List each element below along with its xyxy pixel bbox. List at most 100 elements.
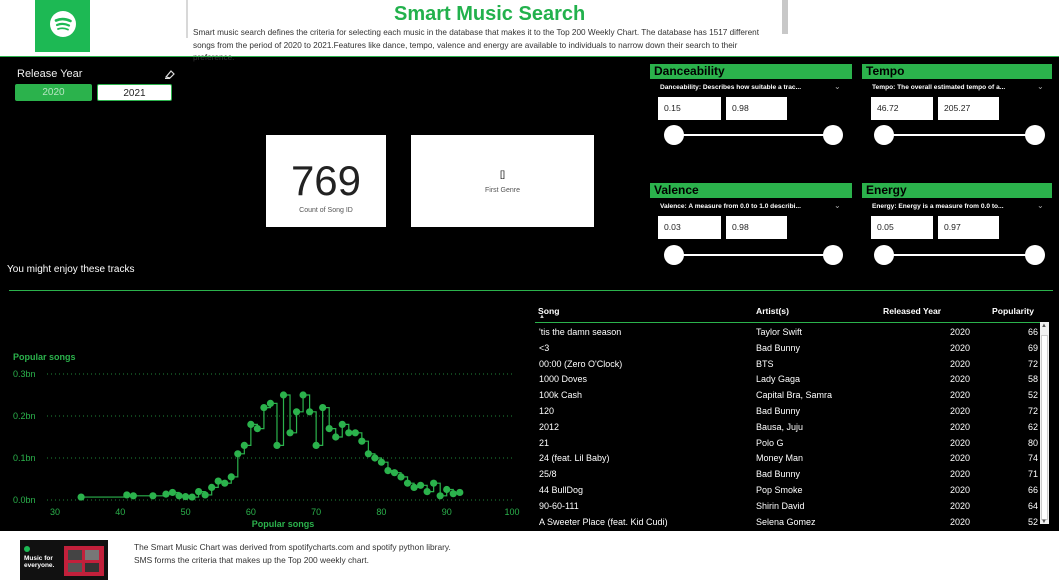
data-point[interactable]	[195, 488, 203, 496]
data-point[interactable]	[149, 492, 157, 500]
song-count-label: Count of Song ID	[299, 207, 353, 214]
data-point[interactable]	[403, 479, 412, 487]
data-point[interactable]	[253, 425, 261, 433]
valence-filter-desc[interactable]: Valence: A measure from 0.0 to 1.0 descr…	[660, 203, 801, 210]
data-point[interactable]	[306, 408, 314, 416]
table-row[interactable]: A Sweeter Place (feat. Kid Cudi) Selena G…	[535, 514, 1040, 530]
data-point[interactable]	[188, 493, 196, 501]
table-row[interactable]: 2012 Bausa, Juju 2020 62	[535, 419, 1040, 435]
data-point[interactable]	[417, 481, 425, 489]
table-row[interactable]: 100k Cash Capital Bra, Samra 2020 52	[535, 387, 1040, 403]
table-row[interactable]: 120 Bad Bunny 2020 72	[535, 403, 1040, 419]
data-point[interactable]	[221, 479, 229, 487]
data-point[interactable]	[129, 492, 137, 500]
data-point[interactable]	[443, 485, 451, 494]
valence-slider-min-handle[interactable]	[664, 245, 684, 265]
table-row[interactable]: 25/8 Bad Bunny 2020 71	[535, 466, 1040, 482]
table-row[interactable]: 24 (feat. Lil Baby) Money Man 2020 74	[535, 450, 1040, 466]
cell-song: A Sweeter Place (feat. Kid Cudi)	[539, 516, 668, 527]
chevron-down-icon[interactable]: ⌄	[1037, 201, 1044, 210]
tempo-max-input[interactable]: 205.27	[938, 97, 999, 120]
chevron-down-icon[interactable]: ⌄	[1037, 82, 1044, 91]
sort-asc-icon[interactable]: ▲	[539, 314, 545, 320]
data-point[interactable]	[423, 488, 431, 496]
data-point[interactable]	[377, 458, 386, 466]
chevron-down-icon[interactable]: ⌄	[834, 82, 841, 91]
scroll-up-arrow-icon[interactable]: ▲	[1041, 323, 1047, 329]
data-point[interactable]	[273, 441, 281, 449]
danceability-min-input[interactable]: 0.15	[658, 97, 721, 120]
data-point[interactable]	[410, 483, 418, 491]
col-header-artist[interactable]: Artist(s)	[756, 306, 789, 316]
data-point[interactable]	[325, 425, 333, 433]
cell-song: 2012	[539, 421, 560, 432]
table-row[interactable]: 00:00 (Zero O'Clock) BTS 2020 72	[535, 356, 1040, 372]
data-point[interactable]	[456, 488, 464, 497]
energy-max-input[interactable]: 0.97	[938, 216, 999, 239]
data-point[interactable]	[266, 399, 275, 407]
data-point[interactable]	[240, 441, 248, 449]
data-point[interactable]	[168, 488, 177, 497]
table-scrollbar-thumb[interactable]	[1041, 335, 1048, 520]
tempo-filter-desc[interactable]: Tempo: The overall estimated tempo of a.…	[872, 84, 1005, 91]
data-point[interactable]	[312, 441, 320, 449]
data-point[interactable]	[436, 492, 444, 500]
data-point[interactable]	[123, 491, 131, 499]
data-point[interactable]	[208, 483, 216, 491]
data-point[interactable]	[371, 454, 379, 462]
data-point[interactable]	[299, 391, 307, 399]
eraser-icon[interactable]	[163, 68, 175, 80]
year-option-2021[interactable]: 2021	[97, 84, 172, 101]
energy-min-input[interactable]: 0.05	[871, 216, 933, 239]
data-point[interactable]	[364, 450, 372, 458]
danceability-slider-min-handle[interactable]	[664, 125, 684, 145]
energy-filter-desc[interactable]: Energy: Energy is a measure from 0.0 to.…	[872, 203, 1004, 210]
data-point[interactable]	[449, 490, 457, 498]
energy-slider-max-handle[interactable]	[1025, 245, 1045, 265]
chevron-down-icon[interactable]: ⌄	[834, 201, 841, 210]
danceability-slider-max-handle[interactable]	[823, 125, 843, 145]
data-point[interactable]	[292, 408, 301, 416]
data-point[interactable]	[175, 492, 183, 500]
data-point[interactable]	[332, 433, 340, 441]
data-point[interactable]	[77, 493, 85, 501]
data-point[interactable]	[247, 420, 255, 428]
data-point[interactable]	[227, 473, 235, 481]
table-row[interactable]: 44 BullDog Pop Smoke 2020 66	[535, 482, 1040, 498]
scroll-down-arrow-icon[interactable]: ▼	[1041, 519, 1047, 525]
data-point[interactable]	[430, 479, 438, 487]
data-point[interactable]	[279, 391, 288, 399]
col-header-released-year[interactable]: Released Year	[883, 306, 941, 316]
tempo-min-input[interactable]: 46.72	[871, 97, 933, 120]
tempo-slider-min-handle[interactable]	[874, 125, 894, 145]
data-point[interactable]	[390, 469, 399, 477]
data-point[interactable]	[319, 404, 327, 412]
data-point[interactable]	[286, 429, 294, 437]
year-option-2020[interactable]: 2020	[15, 84, 92, 101]
col-header-popularity[interactable]: Popularity	[992, 306, 1034, 316]
table-row[interactable]: 21 Polo G 2020 80	[535, 435, 1040, 451]
data-point[interactable]	[351, 429, 359, 437]
danceability-filter-desc[interactable]: Danceability: Describes how suitable a t…	[660, 84, 801, 91]
data-point[interactable]	[345, 429, 353, 437]
table-row[interactable]: 'tis the damn season Taylor Swift 2020 66	[535, 324, 1040, 340]
valence-min-input[interactable]: 0.03	[658, 216, 721, 239]
data-point[interactable]	[234, 450, 242, 458]
table-row[interactable]: <3 Bad Bunny 2020 69	[535, 340, 1040, 356]
tempo-slider-max-handle[interactable]	[1025, 125, 1045, 145]
data-point[interactable]	[384, 467, 392, 475]
data-point[interactable]	[201, 491, 209, 499]
valence-max-input[interactable]: 0.98	[726, 216, 787, 239]
data-point[interactable]	[181, 493, 190, 501]
data-point[interactable]	[397, 473, 405, 481]
danceability-max-input[interactable]: 0.98	[726, 97, 787, 120]
data-point[interactable]	[260, 404, 268, 412]
data-point[interactable]	[358, 437, 366, 445]
table-row[interactable]: 1000 Doves Lady Gaga 2020 58	[535, 371, 1040, 387]
table-row[interactable]: 90-60-111 Shirin David 2020 64	[535, 498, 1040, 514]
data-point[interactable]	[162, 490, 170, 498]
data-point[interactable]	[338, 420, 346, 428]
data-point[interactable]	[214, 477, 222, 485]
valence-slider-max-handle[interactable]	[823, 245, 843, 265]
energy-slider-min-handle[interactable]	[874, 245, 894, 265]
